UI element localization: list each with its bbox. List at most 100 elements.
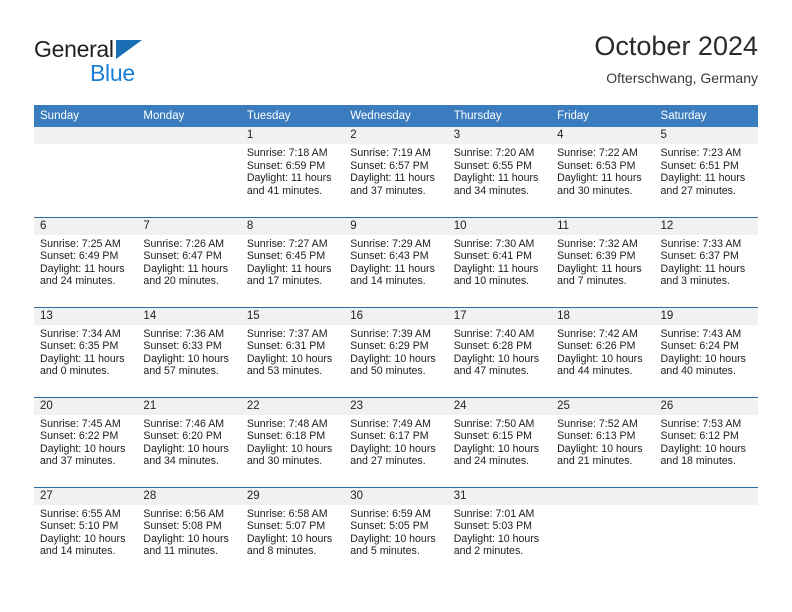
sunrise-text: Sunrise: 7:39 AM <box>350 327 431 340</box>
day-number: 30 <box>344 487 448 505</box>
calendar-day-cell[interactable]: 11 Sunrise: 7:32 AM Sunset: 6:39 PM Dayligh… <box>551 216 655 307</box>
calendar-day-cell[interactable]: 13 Sunrise: 7:34 AM Sunset: 6:35 PM Dayligh… <box>34 306 138 397</box>
daylight-text-line2: and 37 minutes. <box>350 184 426 197</box>
calendar-day-cell[interactable]: 8 Sunrise: 7:27 AM Sunset: 6:45 PM Daylight… <box>240 216 345 307</box>
calendar-day-cell[interactable]: 22 Sunrise: 7:48 AM Sunset: 6:18 PM Dayligh… <box>240 396 345 487</box>
calendar-day-cell[interactable]: 9 Sunrise: 7:29 AM Sunset: 6:43 PM Daylight… <box>344 216 448 307</box>
sunrise-text: Sunrise: 6:59 AM <box>350 507 431 520</box>
sunset-text: Sunset: 6:17 PM <box>350 430 429 443</box>
calendar-week-row: 6 Sunrise: 7:25 AM Sunset: 6:49 PM Daylight… <box>34 216 758 307</box>
daylight-text-line1: Daylight: 11 hours <box>660 262 746 275</box>
calendar-day-cell[interactable]: 15 Sunrise: 7:37 AM Sunset: 6:31 PM Dayligh… <box>240 306 345 397</box>
sunrise-text: Sunrise: 7:49 AM <box>350 417 431 430</box>
calendar-day-cell[interactable]: 12 Sunrise: 7:33 AM Sunset: 6:37 PM Dayligh… <box>654 216 758 307</box>
sunset-text: Sunset: 6:13 PM <box>557 430 636 443</box>
day-number: 15 <box>240 307 345 325</box>
daylight-text-line2: and 30 minutes. <box>557 184 633 197</box>
calendar-day-cell[interactable]: 16 Sunrise: 7:39 AM Sunset: 6:29 PM Dayligh… <box>344 306 448 397</box>
daylight-text-line1: Daylight: 11 hours <box>557 262 642 275</box>
sunrise-text: Sunrise: 7:42 AM <box>557 327 638 340</box>
daylight-text-line1: Daylight: 11 hours <box>350 262 435 275</box>
calendar-day-cell[interactable]: 5 Sunrise: 7:23 AM Sunset: 6:51 PM Daylight… <box>654 127 758 217</box>
calendar-day-cell[interactable]: 26 Sunrise: 7:53 AM Sunset: 6:12 PM Dayligh… <box>654 396 758 487</box>
sunset-text: Sunset: 6:15 PM <box>453 430 533 443</box>
weekday-header-friday: Friday <box>551 105 655 127</box>
day-details: Sunrise: 7:30 AM Sunset: 6:41 PM Daylight:… <box>448 235 551 288</box>
day-details: Sunrise: 7:36 AM Sunset: 6:33 PM Daylight:… <box>137 325 240 378</box>
general-blue-logo[interactable]: General Blue <box>34 36 214 86</box>
daylight-text-line2: and 17 minutes. <box>246 275 323 288</box>
day-details: Sunrise: 7:33 AM Sunset: 6:37 PM Daylight:… <box>655 235 758 288</box>
day-number: 17 <box>447 307 552 325</box>
daylight-text-line2: and 24 minutes. <box>40 275 116 288</box>
calendar-day-cell[interactable]: 17 Sunrise: 7:40 AM Sunset: 6:28 PM Dayligh… <box>447 306 552 397</box>
calendar-table: Sunday Monday Tuesday Wednesday Thursday… <box>34 105 758 577</box>
sunset-text: Sunset: 6:24 PM <box>660 340 739 353</box>
sunset-text: Sunset: 6:39 PM <box>557 250 636 263</box>
daylight-text-line1: Daylight: 11 hours <box>557 172 642 185</box>
daylight-text-line1: Daylight: 11 hours <box>660 172 746 185</box>
calendar-day-cell[interactable]: 21 Sunrise: 7:46 AM Sunset: 6:20 PM Dayligh… <box>137 396 241 487</box>
day-details: Sunrise: 7:52 AM Sunset: 6:13 PM Daylight:… <box>551 415 654 468</box>
sunrise-text: Sunrise: 7:19 AM <box>350 147 431 159</box>
calendar-day-cell[interactable]: 6 Sunrise: 7:25 AM Sunset: 6:49 PM Daylight… <box>34 216 138 307</box>
calendar-day-cell[interactable]: 28 Sunrise: 6:56 AM Sunset: 5:08 PM Dayligh… <box>137 486 241 577</box>
daylight-text-line1: Daylight: 10 hours <box>143 442 229 455</box>
calendar-day-cell[interactable]: 14 Sunrise: 7:36 AM Sunset: 6:33 PM Dayligh… <box>137 306 241 397</box>
calendar-day-cell[interactable]: 25 Sunrise: 7:52 AM Sunset: 6:13 PM Dayligh… <box>551 396 655 487</box>
calendar-day-cell[interactable]: 3 Sunrise: 7:20 AM Sunset: 6:55 PM Daylight… <box>447 127 552 217</box>
daylight-text-line1: Daylight: 11 hours <box>246 262 332 275</box>
sunrise-text: Sunrise: 7:30 AM <box>453 237 535 250</box>
day-details: Sunrise: 7:53 AM Sunset: 6:12 PM Daylight:… <box>655 415 758 468</box>
day-details: Sunrise: 6:55 AM Sunset: 5:10 PM Daylight:… <box>34 505 137 558</box>
page-title: October 2024 <box>594 31 758 61</box>
calendar-day-cell[interactable]: 2 Sunrise: 7:19 AM Sunset: 6:57 PM Daylight… <box>344 127 448 217</box>
calendar-day-cell[interactable]: 23 Sunrise: 7:49 AM Sunset: 6:17 PM Dayligh… <box>344 396 448 487</box>
calendar-day-cell[interactable]: 18 Sunrise: 7:42 AM Sunset: 6:26 PM Dayligh… <box>551 306 655 397</box>
calendar-day-cell[interactable]: 27 Sunrise: 6:55 AM Sunset: 5:10 PM Dayligh… <box>34 486 138 577</box>
daylight-text-line1: Daylight: 11 hours <box>453 262 539 275</box>
calendar-day-cell[interactable]: 19 Sunrise: 7:43 AM Sunset: 6:24 PM Dayligh… <box>654 306 758 397</box>
sunset-text: Sunset: 6:20 PM <box>143 430 222 443</box>
daylight-text-line1: Daylight: 10 hours <box>350 442 436 455</box>
day-details: Sunrise: 7:23 AM Sunset: 6:51 PM Daylight:… <box>655 144 758 197</box>
daylight-text-line2: and 30 minutes. <box>246 455 323 468</box>
calendar-day-cell[interactable]: 20 Sunrise: 7:45 AM Sunset: 6:22 PM Dayligh… <box>34 396 138 487</box>
daylight-text-line1: Daylight: 10 hours <box>246 442 333 455</box>
sunset-text: Sunset: 6:31 PM <box>246 340 326 353</box>
calendar-day-cell[interactable]: 7 Sunrise: 7:26 AM Sunset: 6:47 PM Daylight… <box>137 216 241 307</box>
day-number: 25 <box>551 397 655 415</box>
day-number: 24 <box>447 397 552 415</box>
day-details: Sunrise: 7:27 AM Sunset: 6:45 PM Daylight:… <box>241 235 344 288</box>
calendar-day-cell[interactable]: 29 Sunrise: 6:58 AM Sunset: 5:07 PM Dayligh… <box>240 486 345 577</box>
daylight-text-line2: and 34 minutes. <box>453 184 530 197</box>
sunrise-text: Sunrise: 7:25 AM <box>40 237 121 250</box>
daylight-text-line2: and 27 minutes. <box>660 184 736 197</box>
day-number: 13 <box>34 307 138 325</box>
sunrise-text: Sunrise: 7:27 AM <box>246 237 328 250</box>
day-number: 10 <box>447 217 552 235</box>
sunrise-text: Sunrise: 7:40 AM <box>453 327 535 340</box>
calendar-body: 1 Sunrise: 7:18 AM Sunset: 6:59 PM Daylight… <box>34 127 758 577</box>
sunrise-text: Sunrise: 7:32 AM <box>557 237 638 250</box>
sunset-text: Sunset: 6:51 PM <box>660 159 739 172</box>
calendar-day-cell[interactable]: 1 Sunrise: 7:18 AM Sunset: 6:59 PM Daylight… <box>240 127 345 217</box>
sunset-text: Sunset: 6:12 PM <box>660 430 739 443</box>
title-block: October 2024 Ofterschwang, Germany <box>594 30 758 88</box>
day-details: Sunrise: 7:18 AM Sunset: 6:59 PM Daylight:… <box>241 144 344 197</box>
daylight-text-line2: and 7 minutes. <box>557 275 627 288</box>
sunrise-text: Sunrise: 7:26 AM <box>143 237 225 250</box>
calendar-day-cell[interactable]: 10 Sunrise: 7:30 AM Sunset: 6:41 PM Dayligh… <box>447 216 552 307</box>
day-number: 19 <box>654 307 758 325</box>
day-details: Sunrise: 7:48 AM Sunset: 6:18 PM Daylight:… <box>241 415 344 468</box>
day-number: 29 <box>240 487 345 505</box>
calendar-day-cell[interactable]: 24 Sunrise: 7:50 AM Sunset: 6:15 PM Dayligh… <box>447 396 552 487</box>
calendar-day-cell[interactable]: 30 Sunrise: 6:59 AM Sunset: 5:05 PM Dayligh… <box>344 486 448 577</box>
sunset-text: Sunset: 6:49 PM <box>40 250 119 263</box>
sunrise-text: Sunrise: 7:48 AM <box>246 417 328 430</box>
calendar-day-cell[interactable]: 31 Sunrise: 7:01 AM Sunset: 5:03 PM Dayligh… <box>447 486 552 577</box>
weekday-header-thursday: Thursday <box>447 105 552 127</box>
day-details: Sunrise: 7:40 AM Sunset: 6:28 PM Daylight:… <box>448 325 551 378</box>
calendar-day-cell[interactable]: 4 Sunrise: 7:22 AM Sunset: 6:53 PM Daylight… <box>551 127 655 217</box>
day-number: 16 <box>344 307 448 325</box>
